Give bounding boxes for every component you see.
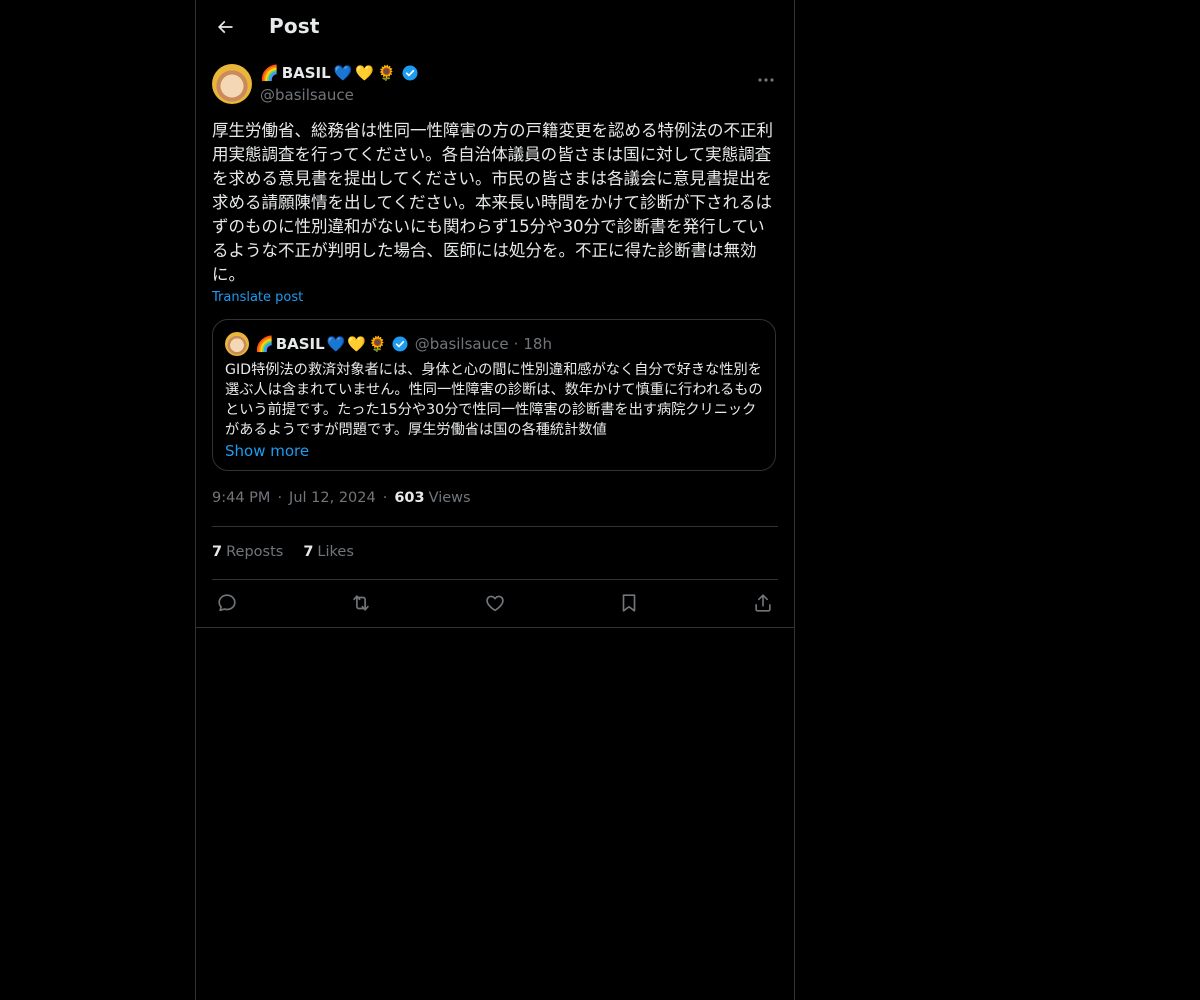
- repost-icon: [353, 595, 369, 611]
- quoted-post-header: 🌈 BASIL 💙 💛 🌻 @basilsauce · 18h: [225, 332, 552, 356]
- post-meta: 9:44 PM · Jul 12, 2024 · 603 Views: [212, 490, 471, 506]
- separator-dot: ·: [382, 490, 388, 506]
- main-column: Post 🌈 BASIL 💙 💛 🌻 @basilsauce 厚生労働省、総務省…: [195, 0, 795, 1000]
- repost-button[interactable]: [348, 590, 374, 616]
- quoted-display-name: 🌈 BASIL 💙 💛 🌻: [255, 335, 409, 353]
- reposts-count: 7: [212, 544, 223, 560]
- avatar[interactable]: [212, 64, 252, 104]
- author-handle[interactable]: @basilsauce: [260, 86, 354, 104]
- separator-dot: ·: [513, 335, 519, 353]
- divider: [196, 627, 794, 628]
- show-more-link[interactable]: Show more: [225, 442, 309, 460]
- reply-button[interactable]: [214, 590, 240, 616]
- quoted-timestamp: 18h: [523, 335, 552, 353]
- blue-heart-emoji: 💙: [326, 335, 346, 353]
- verified-badge-icon[interactable]: [401, 64, 419, 82]
- header: Post: [196, 0, 794, 54]
- rainbow-emoji: 🌈: [260, 64, 279, 82]
- back-button[interactable]: [208, 10, 242, 44]
- bookmark-icon: [622, 594, 636, 612]
- verified-badge-icon: [392, 336, 408, 352]
- post-time[interactable]: 9:44 PM: [212, 490, 270, 506]
- post-text: 厚生労働省、総務省は性同一性障害の方の戸籍変更を認める特例法の不正利用実態調査を…: [212, 121, 773, 284]
- likes-label: Likes: [317, 544, 354, 560]
- rainbow-emoji: 🌈: [255, 335, 274, 353]
- post-author: 🌈 BASIL 💙 💛 🌻 @basilsauce: [212, 64, 778, 108]
- bookmark-button[interactable]: [616, 590, 642, 616]
- quoted-display-name-text: BASIL: [275, 335, 325, 353]
- page-title: Post: [269, 14, 320, 38]
- display-name[interactable]: 🌈 BASIL 💙 💛 🌻: [260, 64, 419, 82]
- reposts-label: Reposts: [226, 544, 284, 560]
- like-button[interactable]: [482, 590, 508, 616]
- arrow-left-icon: [217, 20, 233, 34]
- views-label: Views: [428, 490, 471, 506]
- reposts-stat[interactable]: 7 Reposts: [212, 544, 283, 560]
- blue-heart-emoji: 💙: [333, 64, 353, 82]
- quoted-handle: @basilsauce: [414, 335, 509, 353]
- divider: [212, 579, 778, 580]
- sunflower-emoji: 🌻: [368, 335, 387, 353]
- likes-stat[interactable]: 7 Likes: [303, 544, 354, 560]
- yellow-heart-emoji: 💛: [347, 335, 367, 353]
- more-options-button[interactable]: [754, 68, 778, 92]
- separator-dot: ·: [277, 490, 283, 506]
- engagement-stats: 7 Reposts 7 Likes: [212, 544, 354, 560]
- more-dots-icon: [758, 78, 774, 82]
- share-button[interactable]: [750, 590, 776, 616]
- views-count: 603: [394, 490, 425, 506]
- divider: [212, 526, 778, 527]
- quoted-avatar: [225, 332, 249, 356]
- likes-count: 7: [303, 544, 314, 560]
- sunflower-emoji: 🌻: [377, 64, 396, 82]
- post-date[interactable]: Jul 12, 2024: [289, 490, 376, 506]
- action-bar: [212, 588, 778, 618]
- quoted-post-text: GID特例法の救済対象者には、身体と心の間に性別違和感がなく自分で好きな性別を選…: [225, 362, 763, 438]
- display-name-text: BASIL: [281, 64, 331, 82]
- like-icon: [486, 595, 504, 612]
- translate-post-link[interactable]: Translate post: [212, 290, 303, 305]
- yellow-heart-emoji: 💛: [355, 64, 375, 82]
- share-icon: [755, 594, 771, 612]
- quoted-post[interactable]: 🌈 BASIL 💙 💛 🌻 @basilsauce · 18h GID特例法の救…: [212, 319, 776, 471]
- reply-icon: [218, 594, 236, 612]
